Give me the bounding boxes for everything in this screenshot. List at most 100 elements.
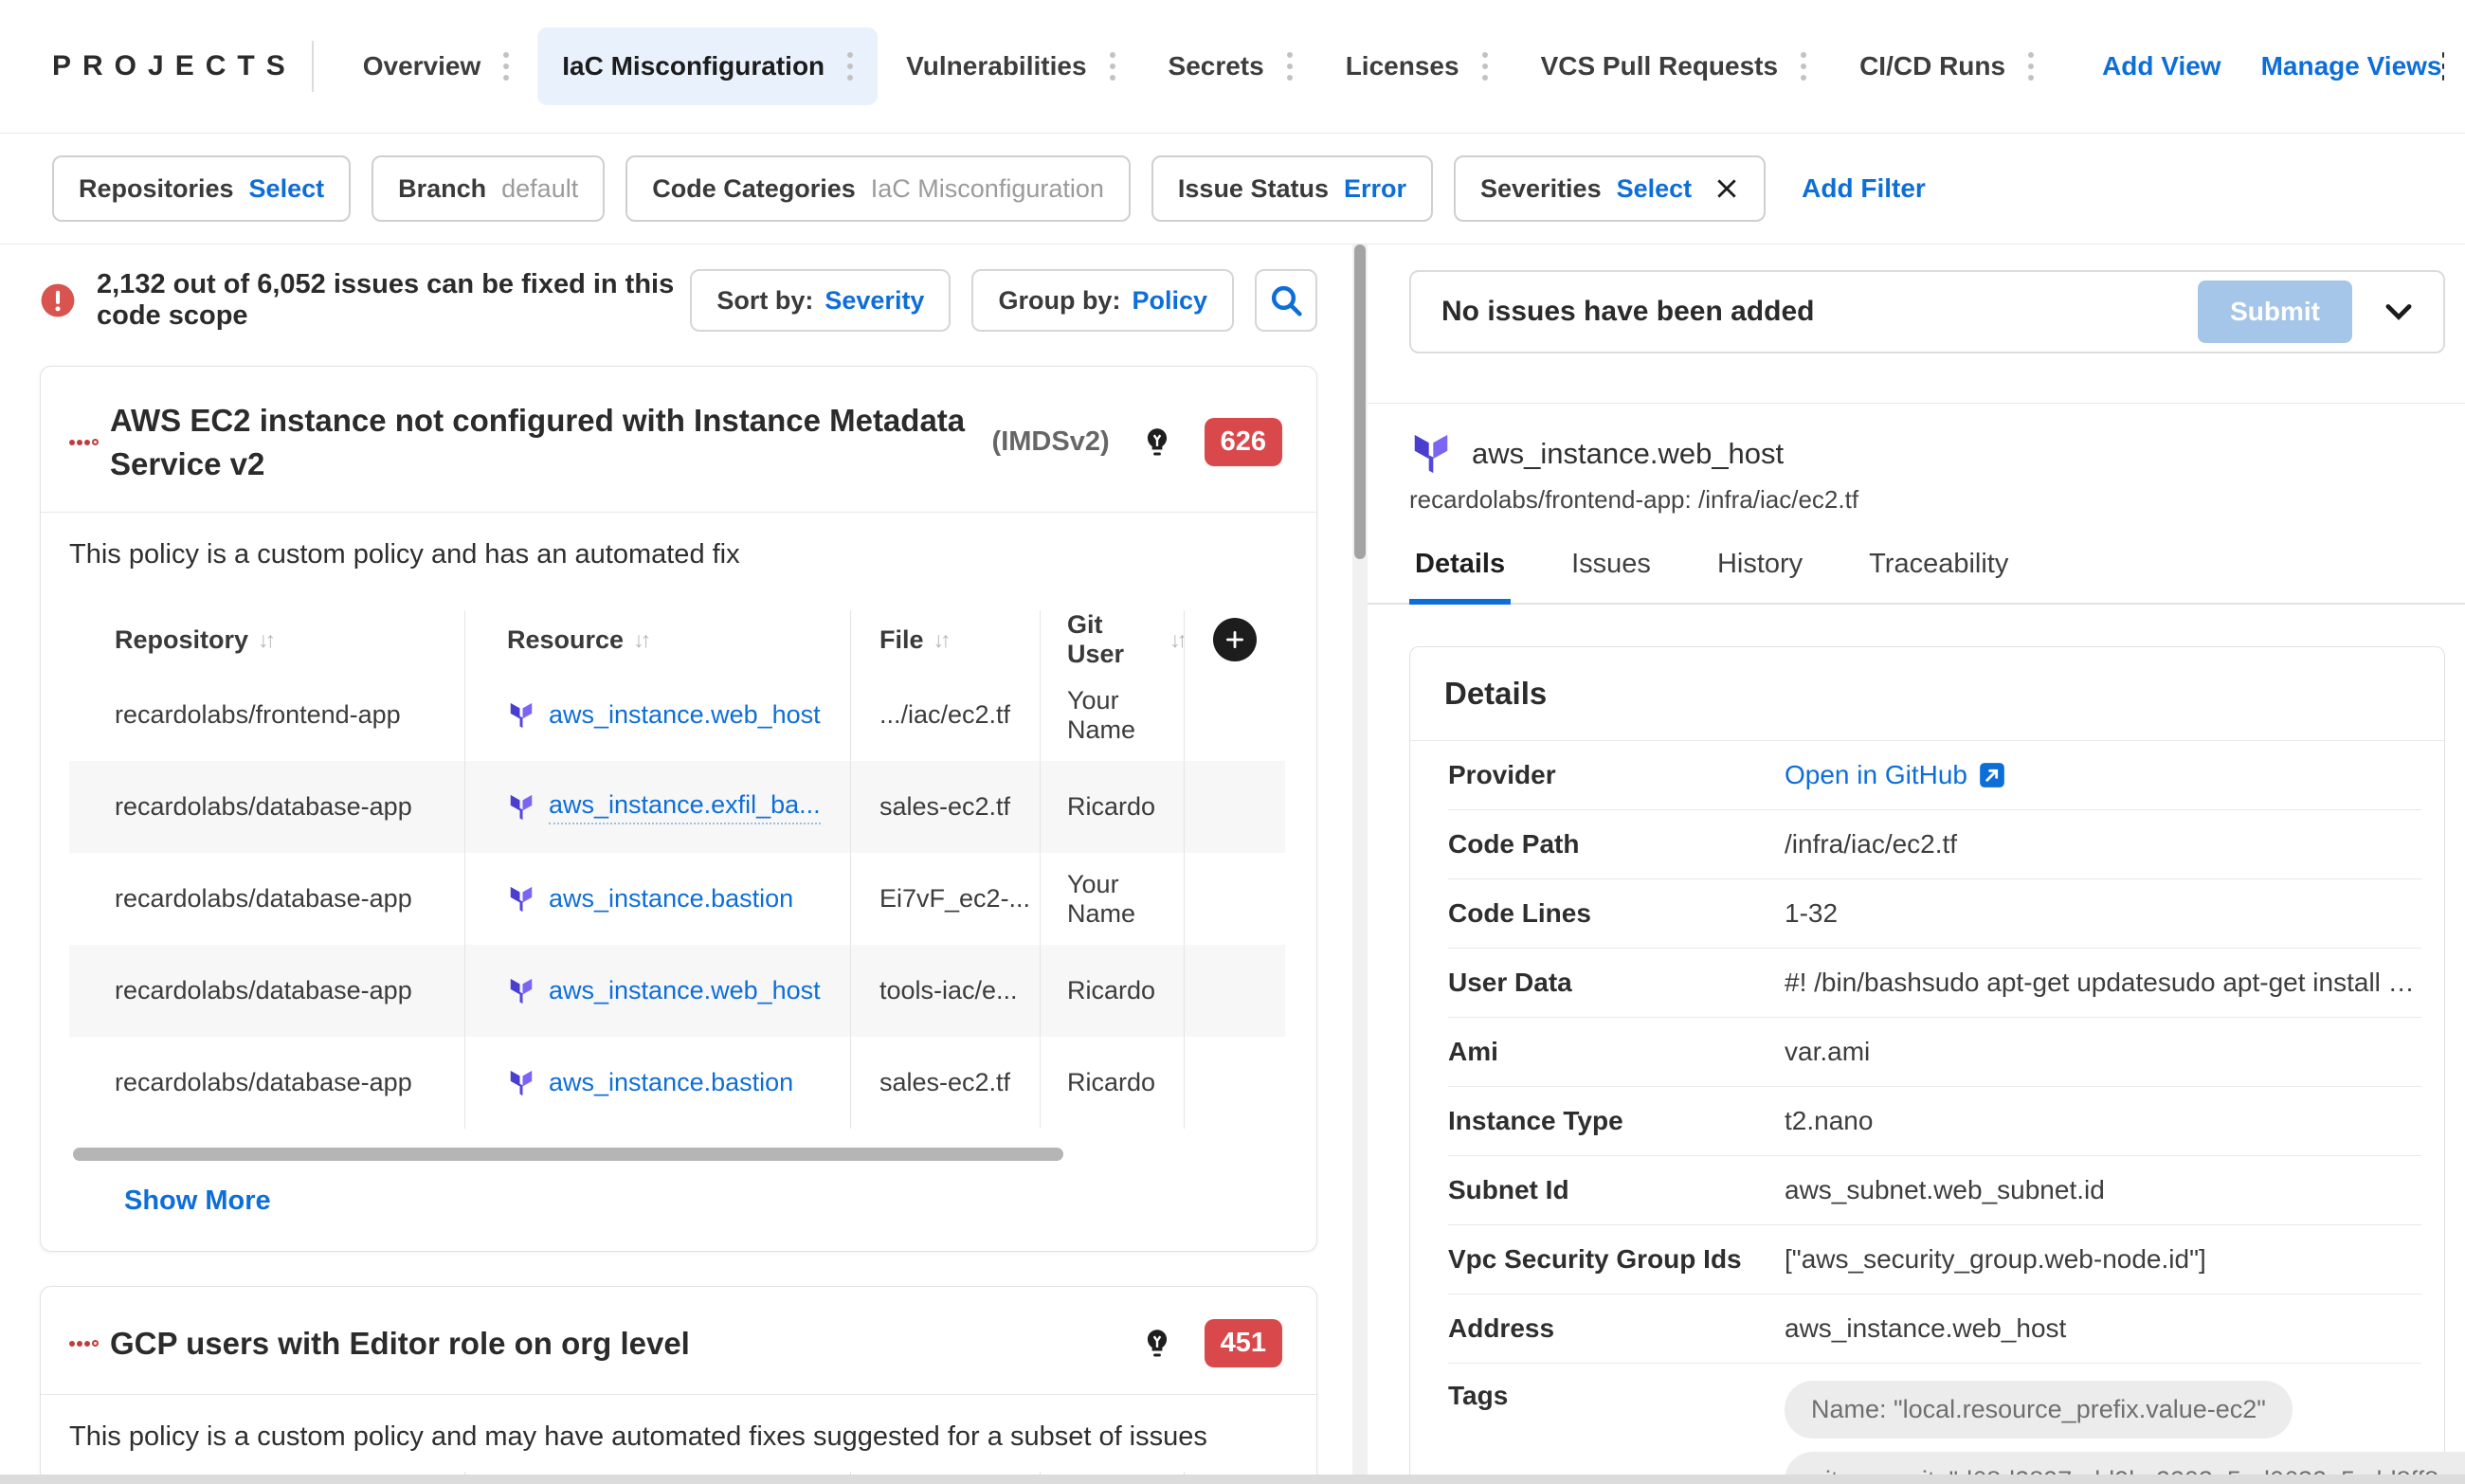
filter-code-categories[interactable]: Code Categories IaC Misconfiguration — [625, 155, 1131, 222]
table-row[interactable]: recardolabs/database-app aws_instance.we… — [69, 945, 1285, 1038]
show-more-link[interactable]: Show More — [124, 1185, 271, 1217]
issues-table: Repository ↓↑ Resource ↓↑ File ↓↑ Git Us… — [69, 610, 1285, 1130]
sort-icon[interactable]: ↓↑ — [933, 627, 952, 653]
terraform-icon — [510, 702, 533, 728]
external-link-icon — [1980, 763, 2004, 787]
added-issues-card: No issues have been added Submit — [1409, 270, 2445, 353]
details-card: Details Provider Open in GitHub Code Pat… — [1409, 646, 2465, 1484]
tab-overview[interactable]: Overview — [338, 27, 535, 105]
policy-header-right: (IMDSv2) 626 — [992, 418, 1282, 467]
kebab-menu-icon[interactable] — [1481, 52, 1488, 81]
terraform-icon — [510, 794, 533, 820]
kebab-menu-icon[interactable] — [1286, 52, 1293, 81]
details-heading: Details — [1444, 676, 1548, 711]
policy-header-right: 451 — [1140, 1319, 1282, 1368]
policy-card-header: AWS EC2 instance not configured with Ins… — [41, 367, 1316, 512]
scope-summary-text: 2,132 out of 6,052 issues can be fixed i… — [97, 269, 675, 331]
filter-issue-status[interactable]: Issue Status Error — [1151, 155, 1433, 222]
app-window: PROJECTS Overview IaC Misconfiguration V… — [0, 0, 2465, 1484]
column-header-git-user[interactable]: Git User ↓↑ — [1040, 610, 1187, 670]
row-actions-cell — [1184, 761, 1285, 854]
terraform-icon — [510, 886, 533, 912]
filter-severities[interactable]: Severities Select — [1454, 155, 1767, 222]
detail-row-provider: Provider Open in GitHub — [1448, 741, 2421, 810]
tab-traceability[interactable]: Traceability — [1863, 549, 2014, 603]
kebab-menu-icon[interactable] — [1801, 52, 1807, 81]
table-row[interactable]: recardolabs/database-app aws_instance.ba… — [69, 1037, 1285, 1130]
table-horizontal-scrollbar[interactable] — [73, 1148, 1063, 1162]
tab-cicd-runs[interactable]: CI/CD Runs — [1835, 27, 2058, 105]
sort-icon[interactable]: ↓↑ — [633, 627, 651, 653]
tab-iac-misconfiguration[interactable]: IaC Misconfiguration — [537, 27, 879, 105]
detail-row-tags: Tags Name: "local.resource_prefix.value-… — [1448, 1364, 2465, 1484]
sort-icon[interactable]: ↓↑ — [258, 627, 276, 653]
policy-title: AWS EC2 instance not configured with Ins… — [110, 403, 966, 481]
table-row[interactable]: recardolabs/database-app aws_instance.ex… — [69, 761, 1285, 854]
kebab-menu-icon[interactable] — [1109, 52, 1115, 81]
resource-link[interactable]: aws_instance.web_host — [507, 976, 821, 1005]
resource-link[interactable]: aws_instance.exfil_ba... — [507, 790, 821, 824]
resource-path: recardolabs/frontend-app: /infra/iac/ec2… — [1409, 485, 1859, 514]
chevron-down-icon[interactable] — [2381, 294, 2417, 330]
table-row[interactable]: recardolabs/database-app aws_instance.ba… — [69, 853, 1285, 946]
tab-vulnerabilities[interactable]: Vulnerabilities — [881, 27, 1139, 105]
tab-vcs-pull-requests[interactable]: VCS Pull Requests — [1516, 27, 1832, 105]
kebab-menu-icon[interactable] — [2028, 52, 2035, 81]
row-actions-cell — [1184, 1037, 1285, 1130]
tab-licenses[interactable]: Licenses — [1321, 27, 1513, 105]
tab-label: VCS Pull Requests — [1540, 51, 1779, 81]
main-vertical-scrollbar[interactable] — [1352, 244, 1368, 1484]
open-in-github-link[interactable]: Open in GitHub — [1785, 760, 2005, 790]
filter-repositories[interactable]: Repositories Select — [52, 155, 352, 222]
terraform-icon — [510, 978, 533, 1004]
scrollbar-thumb[interactable] — [1354, 244, 1366, 559]
clear-filter-icon[interactable] — [1714, 176, 1739, 201]
table-row[interactable]: recardolabs/frontend-app aws_instance.we… — [69, 669, 1285, 762]
tab-label: Overview — [362, 51, 481, 81]
policy-card-imdsv2: AWS EC2 instance not configured with Ins… — [40, 366, 1317, 1253]
hamburger-menu-icon[interactable] — [2441, 52, 2444, 81]
detail-row-vpc-security-group-ids: Vpc Security Group Ids ["aws_security_gr… — [1448, 1225, 2421, 1294]
page-horizontal-scrollbar[interactable] — [0, 1475, 2465, 1484]
resource-link[interactable]: aws_instance.bastion — [507, 1068, 793, 1097]
tab-details[interactable]: Details — [1409, 549, 1512, 605]
terraform-icon — [1414, 434, 1448, 474]
submit-button[interactable]: Submit — [2198, 281, 2352, 343]
filter-branch[interactable]: Branch default — [372, 155, 606, 222]
resource-link[interactable]: aws_instance.web_host — [507, 700, 821, 730]
issues-main: 2,132 out of 6,052 issues can be fixed i… — [0, 244, 1352, 1484]
manage-views-link[interactable]: Manage Views — [2261, 51, 2442, 81]
column-header-repository[interactable]: Repository ↓↑ — [69, 610, 464, 669]
kebab-menu-icon[interactable] — [847, 52, 854, 81]
details-card-header: Details — [1410, 647, 2444, 741]
sort-by-button[interactable]: Sort by: Severity — [690, 269, 952, 332]
severity-dots-icon — [69, 1340, 99, 1348]
resource-name: aws_instance.web_host — [1472, 437, 1785, 470]
sort-icon[interactable]: ↓↑ — [1169, 627, 1187, 653]
row-actions-cell — [1184, 669, 1285, 762]
column-header-resource[interactable]: Resource ↓↑ — [464, 610, 850, 670]
lightbulb-icon[interactable] — [1140, 1327, 1174, 1361]
table-header-row: Repository ↓↑ Resource ↓↑ File ↓↑ Git Us… — [69, 610, 1285, 670]
policy-description: This policy is a custom policy and may h… — [69, 1421, 1207, 1453]
column-header-file[interactable]: File ↓↑ — [850, 610, 1040, 670]
resource-link[interactable]: aws_instance.bastion — [507, 884, 793, 914]
kebab-menu-icon[interactable] — [503, 52, 510, 81]
add-column-button[interactable] — [1213, 618, 1257, 662]
filter-bar: Repositories Select Branch default Code … — [0, 134, 2465, 244]
add-view-link[interactable]: Add View — [2102, 51, 2221, 81]
detail-row-code-lines: Code Lines 1-32 — [1448, 879, 2421, 949]
search-icon — [1271, 285, 1302, 317]
scope-summary-row: 2,132 out of 6,052 issues can be fixed i… — [40, 269, 1317, 332]
policy-card-header: GCP users with Editor role on org level … — [41, 1287, 1316, 1394]
projects-logo: PROJECTS — [52, 50, 297, 81]
tab-issues[interactable]: Issues — [1566, 549, 1657, 603]
add-filter-link[interactable]: Add Filter — [1802, 173, 1926, 204]
group-by-button[interactable]: Group by: Policy — [971, 269, 1234, 332]
tab-history[interactable]: History — [1712, 549, 1808, 603]
row-actions-cell — [1184, 853, 1285, 946]
tab-secrets[interactable]: Secrets — [1144, 27, 1317, 105]
policy-card-body: This policy is a custom policy and may h… — [41, 1395, 1316, 1484]
lightbulb-icon[interactable] — [1140, 425, 1174, 460]
search-button[interactable] — [1255, 269, 1317, 332]
